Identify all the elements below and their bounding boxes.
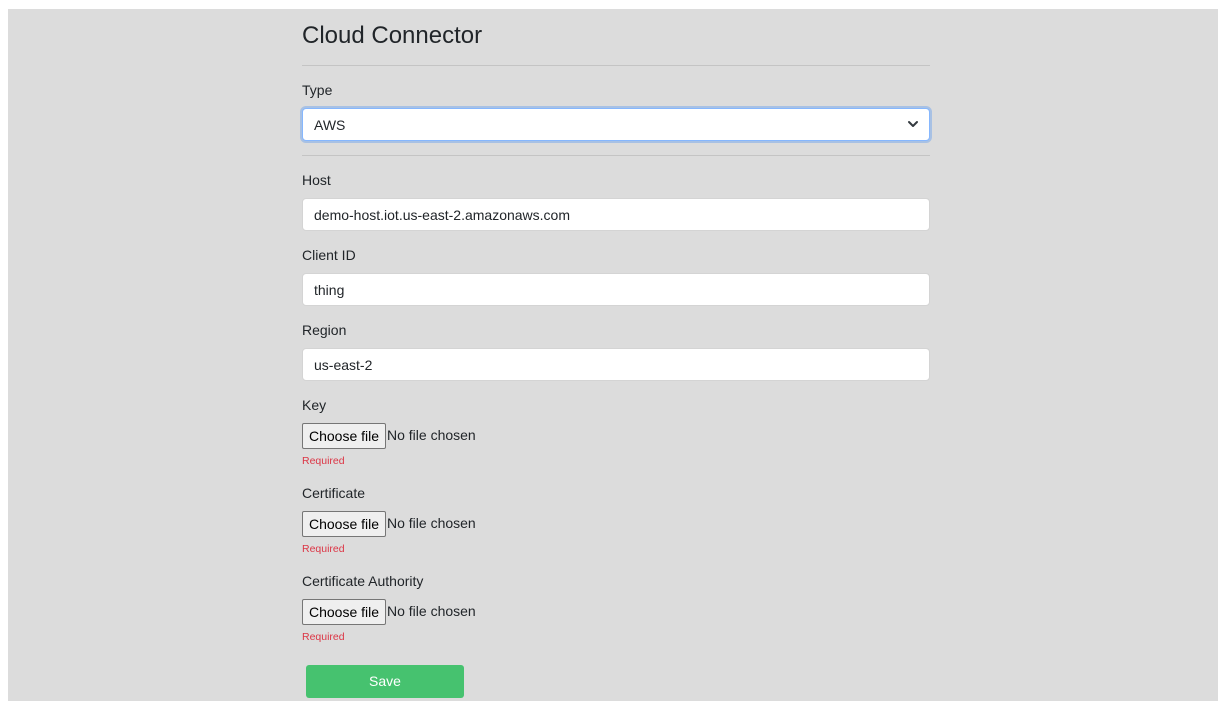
host-input[interactable]: demo-host.iot.us-east-2.amazonaws.com [302, 198, 930, 231]
certificate-file-status: No file chosen [387, 515, 476, 531]
region-input[interactable]: us-east-2 [302, 348, 930, 381]
page-title: Cloud Connector [302, 22, 483, 49]
client-id-input[interactable]: thing [302, 273, 930, 306]
region-input-value: us-east-2 [314, 357, 373, 373]
client-id-input-value: thing [314, 282, 345, 298]
type-divider [302, 155, 930, 156]
certificate-choose-file-button[interactable]: Choose file [302, 511, 387, 537]
type-select[interactable]: AWS [302, 108, 930, 141]
key-choose-file-button[interactable]: Choose file [302, 423, 387, 449]
type-label: Type [302, 82, 333, 98]
key-required-message: Required [302, 455, 345, 467]
certificate-authority-required-message: Required [302, 631, 345, 643]
client-id-label: Client ID [302, 247, 356, 263]
title-divider [302, 65, 930, 66]
certificate-authority-choose-file-button[interactable]: Choose file [302, 599, 387, 625]
save-button[interactable]: Save [306, 665, 464, 698]
certificate-authority-label: Certificate Authority [302, 573, 424, 589]
key-file-status: No file chosen [387, 427, 476, 443]
certificate-label: Certificate [302, 485, 366, 501]
certificate-authority-file-status: No file chosen [387, 603, 476, 619]
certificate-required-message: Required [302, 543, 345, 555]
host-label: Host [302, 172, 331, 188]
key-label: Key [302, 397, 327, 413]
host-input-value: demo-host.iot.us-east-2.amazonaws.com [314, 207, 570, 223]
region-label: Region [302, 322, 347, 338]
type-select-value: AWS [314, 117, 346, 133]
app-frame: Cloud Connector Type AWS Host demo-host.… [8, 9, 1218, 701]
chevron-down-icon [908, 121, 918, 127]
